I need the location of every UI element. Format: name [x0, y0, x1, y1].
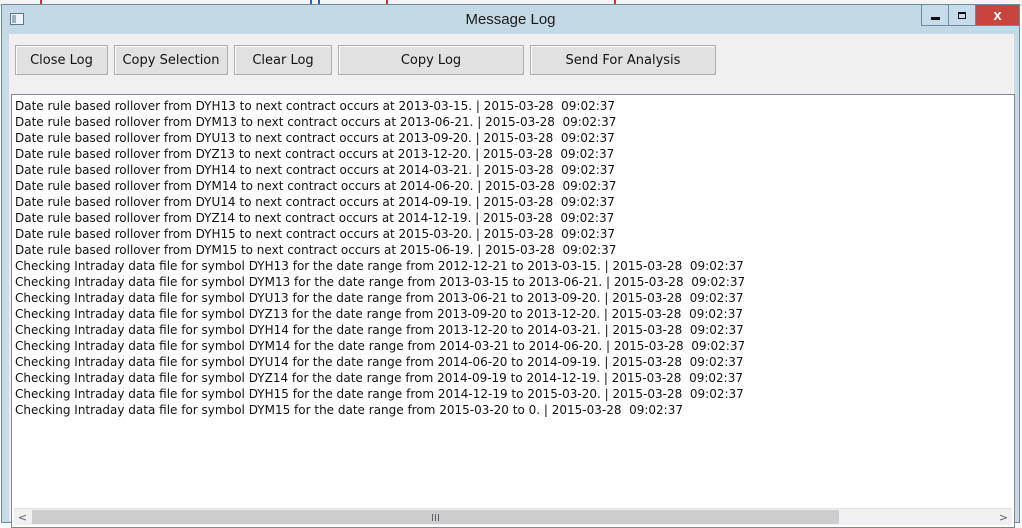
log-line[interactable]: Checking Intraday data file for symbol D…	[15, 290, 1012, 306]
scroll-left-button[interactable]: <	[14, 509, 31, 525]
log-line[interactable]: Checking Intraday data file for symbol D…	[15, 258, 1012, 274]
message-log-list[interactable]: Date rule based rollover from DYH13 to n…	[11, 94, 1015, 528]
clear-log-button[interactable]: Clear Log	[234, 45, 332, 75]
log-line[interactable]: Checking Intraday data file for symbol D…	[15, 306, 1012, 322]
grip-icon	[432, 513, 439, 521]
log-line[interactable]: Date rule based rollover from DYM13 to n…	[15, 114, 1012, 130]
close-log-button[interactable]: Close Log	[15, 45, 108, 75]
log-line[interactable]: Date rule based rollover from DYH15 to n…	[15, 226, 1012, 242]
log-line[interactable]: Checking Intraday data file for symbol D…	[15, 274, 1012, 290]
chevron-left-icon: <	[17, 510, 28, 524]
maximize-button[interactable]	[948, 5, 975, 26]
log-line[interactable]: Checking Intraday data file for symbol D…	[15, 354, 1012, 370]
log-line[interactable]: Date rule based rollover from DYU14 to n…	[15, 194, 1012, 210]
log-line[interactable]: Date rule based rollover from DYZ13 to n…	[15, 146, 1012, 162]
horizontal-scrollbar[interactable]: < >	[14, 508, 1012, 525]
maximize-icon	[958, 11, 966, 19]
copy-log-button[interactable]: Copy Log	[338, 45, 524, 75]
log-line[interactable]: Checking Intraday data file for symbol D…	[15, 402, 1012, 418]
close-icon: x	[993, 6, 1002, 24]
log-line[interactable]: Date rule based rollover from DYU13 to n…	[15, 130, 1012, 146]
log-line[interactable]: Checking Intraday data file for symbol D…	[15, 386, 1012, 402]
send-for-analysis-button[interactable]: Send For Analysis	[530, 45, 716, 75]
title-bar[interactable]: Message Log x	[2, 5, 1020, 35]
chevron-right-icon: >	[998, 510, 1009, 524]
log-line[interactable]: Date rule based rollover from DYH13 to n…	[15, 98, 1012, 114]
log-line[interactable]: Date rule based rollover from DYH14 to n…	[15, 162, 1012, 178]
log-line[interactable]: Date rule based rollover from DYZ14 to n…	[15, 210, 1012, 226]
log-line[interactable]: Checking Intraday data file for symbol D…	[15, 370, 1012, 386]
scroll-right-button[interactable]: >	[995, 509, 1012, 525]
log-line[interactable]: Checking Intraday data file for symbol D…	[15, 322, 1012, 338]
close-window-button[interactable]: x	[975, 5, 1020, 26]
client-area: Close Log Copy Selection Clear Log Copy …	[9, 34, 1015, 528]
scrollbar-thumb[interactable]	[32, 510, 839, 524]
minimize-button[interactable]	[921, 5, 948, 26]
copy-selection-button[interactable]: Copy Selection	[114, 45, 228, 75]
log-line[interactable]: Date rule based rollover from DYM14 to n…	[15, 178, 1012, 194]
window-title: Message Log	[465, 11, 556, 28]
log-lines: Date rule based rollover from DYH13 to n…	[15, 98, 1012, 418]
message-log-window: Message Log x Close Log Copy Selection C…	[1, 4, 1020, 528]
log-line[interactable]: Checking Intraday data file for symbol D…	[15, 338, 1012, 354]
log-line[interactable]: Date rule based rollover from DYM15 to n…	[15, 242, 1012, 258]
minimize-icon	[930, 16, 940, 20]
